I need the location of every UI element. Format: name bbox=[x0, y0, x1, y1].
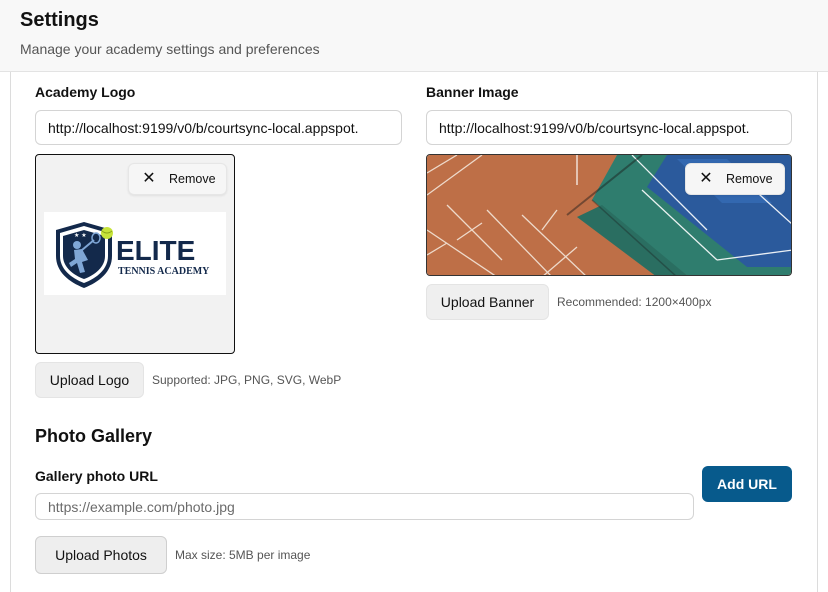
upload-logo-button[interactable]: Upload Logo bbox=[35, 362, 144, 398]
remove-logo-label: Remove bbox=[169, 172, 216, 186]
photo-gallery-title: Photo Gallery bbox=[35, 426, 153, 446]
page-header: Settings Manage your academy settings an… bbox=[0, 0, 828, 72]
banner-preview: ✕ Remove bbox=[426, 154, 792, 276]
remove-banner-label: Remove bbox=[726, 172, 773, 186]
upload-photos-button[interactable]: Upload Photos bbox=[35, 536, 167, 574]
academy-logo-url-input[interactable] bbox=[35, 110, 402, 145]
academy-logo-image: ★ ★ ELITE TENNIS ACADEMY bbox=[44, 212, 226, 295]
add-url-button[interactable]: Add URL bbox=[702, 466, 792, 502]
photo-size-hint: Max size: 5MB per image bbox=[175, 548, 311, 562]
logo-brand-tagline: TENNIS ACADEMY bbox=[118, 266, 210, 277]
remove-banner-button[interactable]: ✕ Remove bbox=[685, 163, 785, 195]
elite-tennis-logo: ★ ★ ELITE TENNIS ACADEMY bbox=[56, 222, 210, 288]
gallery-url-input[interactable] bbox=[35, 493, 694, 520]
close-icon: ✕ bbox=[142, 170, 156, 187]
academy-logo-label: Academy Logo bbox=[35, 84, 136, 100]
logo-brand-name: ELITE bbox=[116, 235, 195, 266]
upload-banner-button[interactable]: Upload Banner bbox=[426, 284, 549, 320]
page-title: Settings bbox=[20, 9, 99, 31]
close-icon: ✕ bbox=[699, 170, 713, 187]
remove-logo-button[interactable]: ✕ Remove bbox=[128, 163, 227, 195]
logo-preview: ✕ Remove ★ ★ ELITE TENNIS ACADEMY bbox=[35, 154, 235, 354]
page-subtitle: Manage your academy settings and prefere… bbox=[20, 41, 320, 57]
banner-image-label: Banner Image bbox=[426, 84, 519, 100]
banner-size-hint: Recommended: 1200×400px bbox=[557, 295, 712, 309]
logo-format-hint: Supported: JPG, PNG, SVG, WebP bbox=[152, 373, 342, 387]
banner-image-url-input[interactable] bbox=[426, 110, 792, 145]
gallery-url-label: Gallery photo URL bbox=[35, 468, 158, 484]
svg-text:★ ★: ★ ★ bbox=[74, 232, 87, 239]
